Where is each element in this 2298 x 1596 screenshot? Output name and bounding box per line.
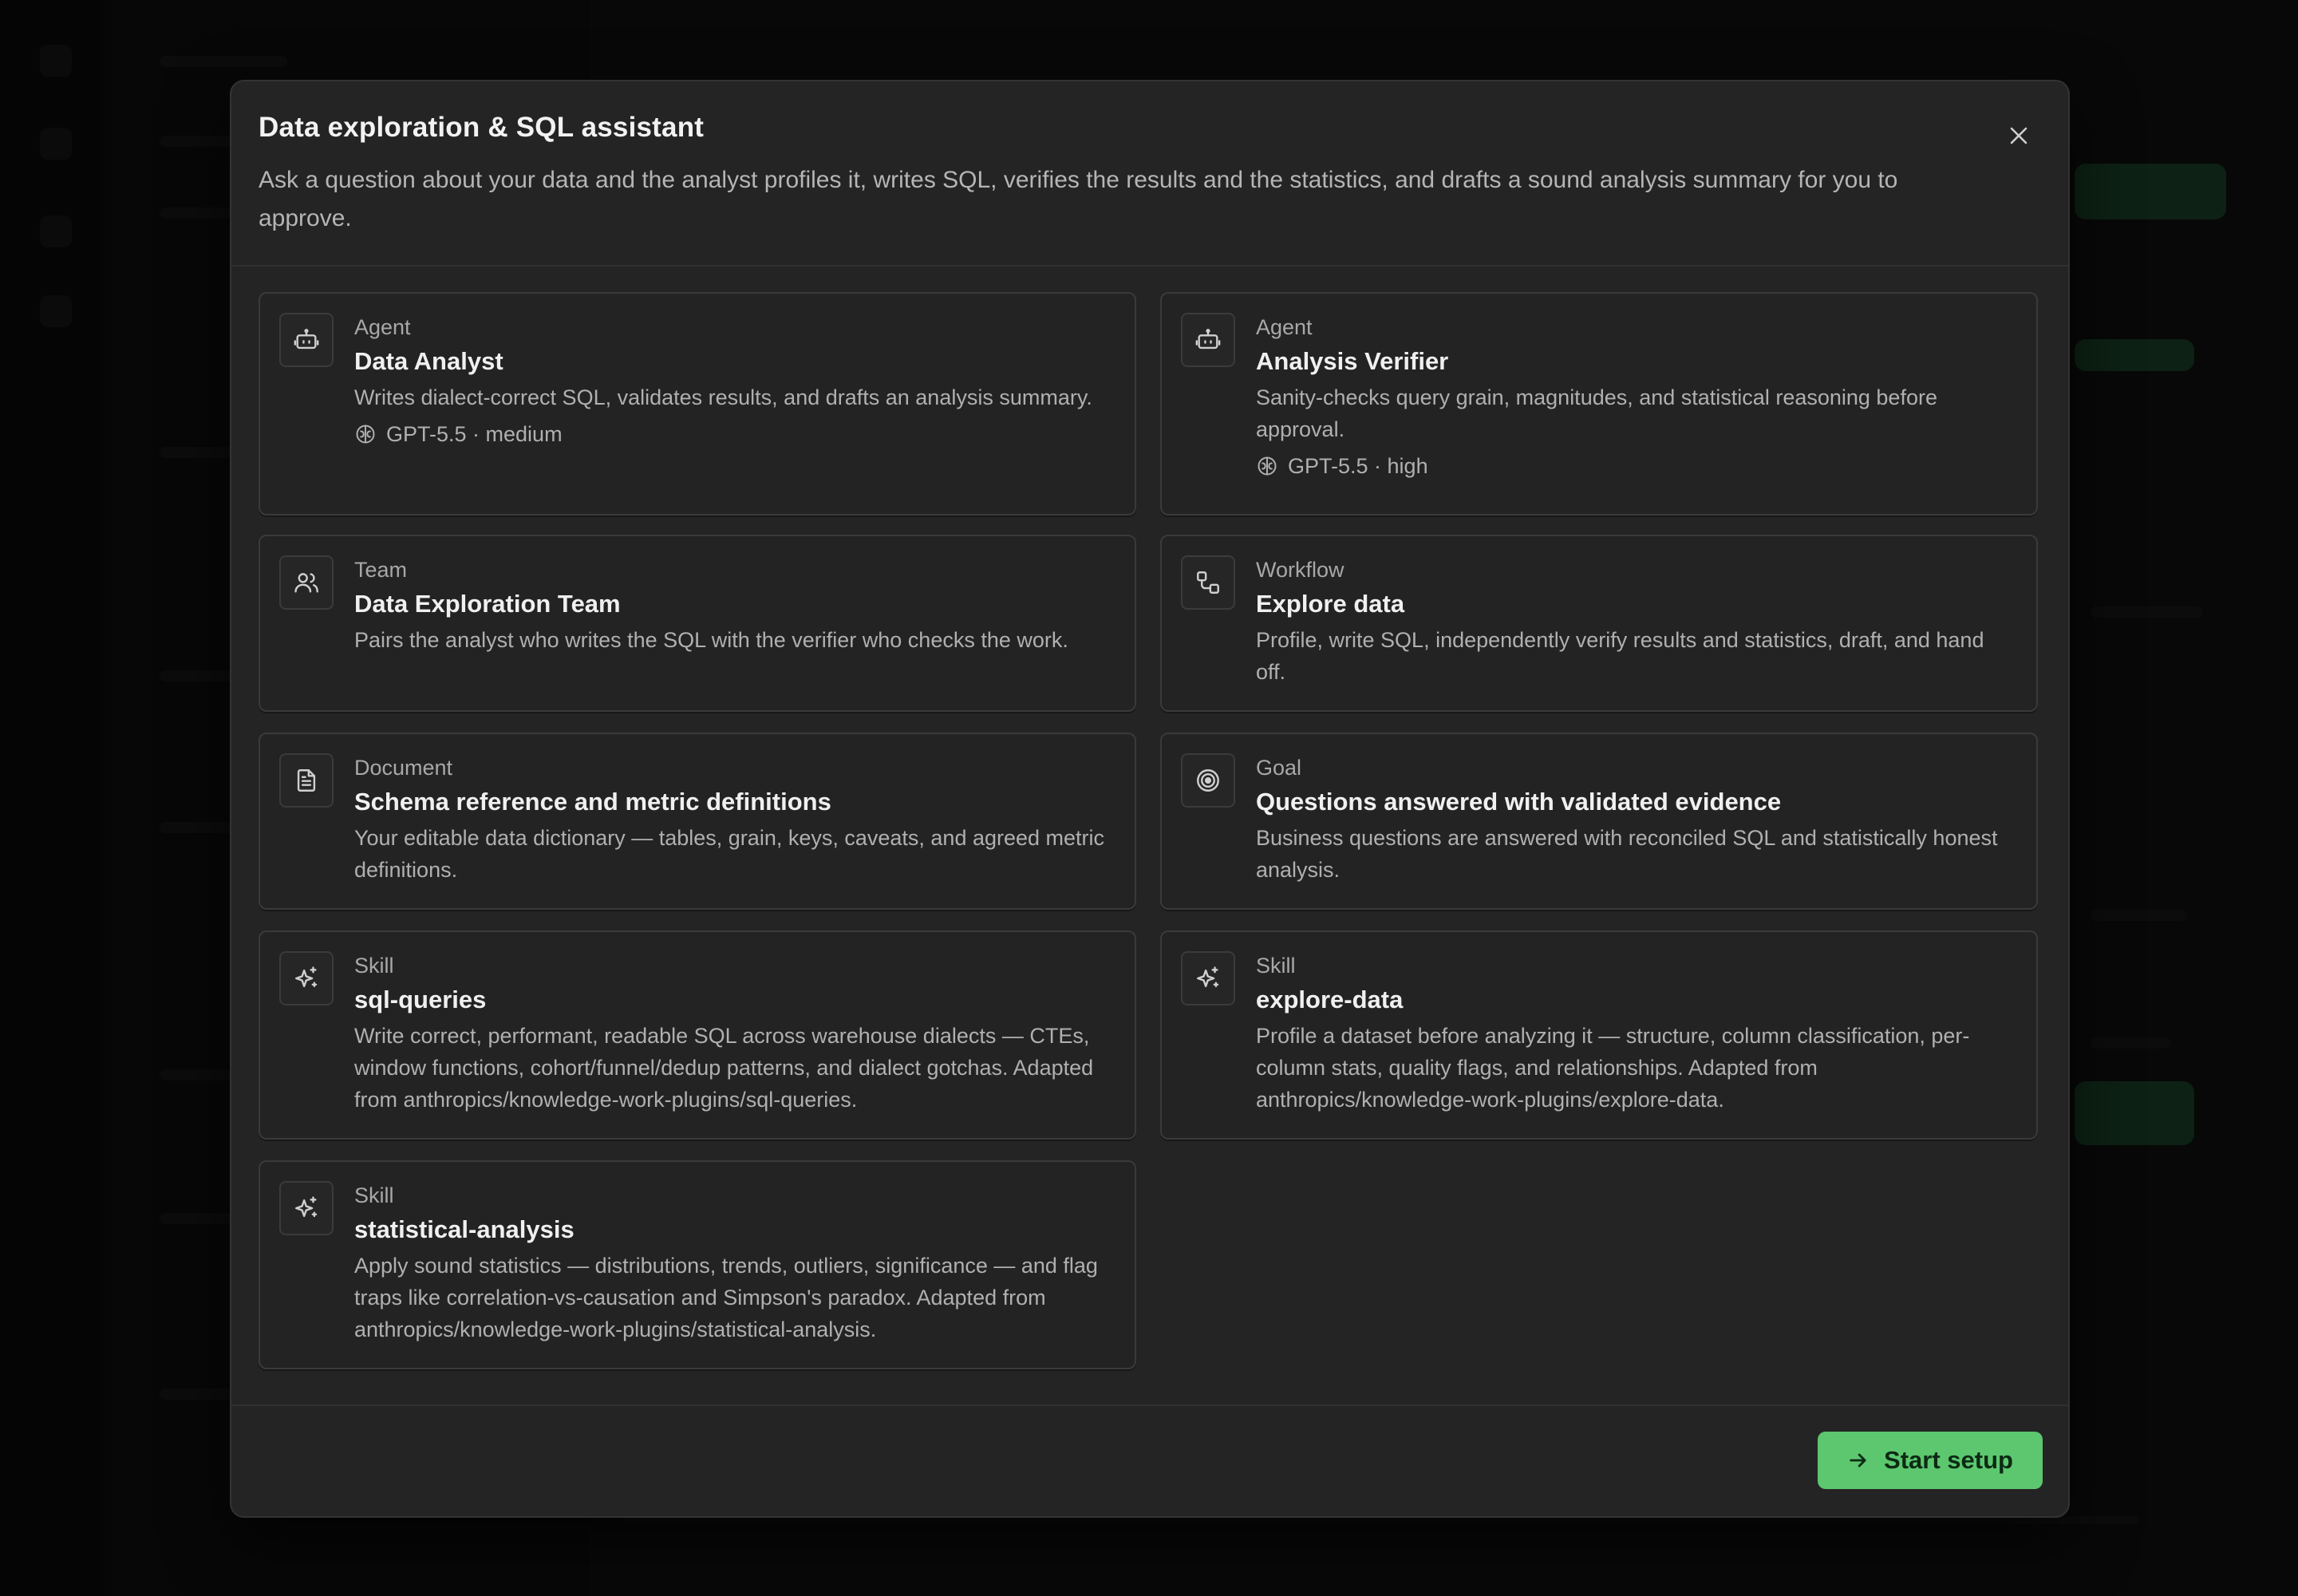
- card-description: Write correct, performant, readable SQL …: [354, 1024, 1094, 1112]
- card-description: Your editable data dictionary — tables, …: [354, 826, 1105, 882]
- card-kind: Agent: [354, 315, 411, 339]
- card-name: Explore data: [1256, 590, 1405, 618]
- model-label: GPT-5.5 · medium: [386, 422, 563, 446]
- document-icon: [279, 753, 334, 808]
- card-document-schema-reference[interactable]: Document Schema reference and metric def…: [259, 733, 1136, 910]
- sparkles-icon: [279, 951, 334, 1005]
- card-description: Apply sound statistics — distributions, …: [354, 1254, 1098, 1341]
- card-name: Analysis Verifier: [1256, 347, 1449, 375]
- card-kind: Skill: [1256, 954, 1296, 978]
- robot-icon: [1181, 313, 1235, 367]
- sparkles-icon: [1181, 951, 1235, 1005]
- card-name: sql-queries: [354, 986, 487, 1013]
- card-kind: Skill: [354, 954, 394, 978]
- dialog-description: Ask a question about your data and the a…: [259, 167, 1898, 231]
- card-kind: Document: [354, 756, 453, 780]
- model-info: GPT-5.5 · medium: [354, 420, 1112, 448]
- close-button[interactable]: [2001, 118, 2036, 153]
- card-agent-data-analyst[interactable]: Agent Data Analyst Writes dialect-correc…: [259, 292, 1136, 516]
- start-setup-button[interactable]: Start setup: [1818, 1432, 2043, 1489]
- card-name: Data Analyst: [354, 347, 503, 375]
- sparkles-icon: [279, 1181, 334, 1235]
- workflow-icon: [1181, 555, 1235, 610]
- robot-icon: [279, 313, 334, 367]
- brain-icon: [1258, 456, 1277, 476]
- card-name: explore-data: [1256, 986, 1404, 1013]
- card-description: Profile, write SQL, independently verify…: [1256, 628, 1984, 684]
- arrow-right-icon: [1850, 1453, 1866, 1468]
- card-description: Business questions are answered with rec…: [1256, 826, 1998, 882]
- card-description: Writes dialect-correct SQL, validates re…: [354, 385, 1092, 409]
- card-name: Data Exploration Team: [354, 590, 621, 618]
- setup-dialog: Data exploration & SQL assistant Ask a q…: [230, 80, 2070, 1518]
- model-label: GPT-5.5 · high: [1288, 454, 1428, 478]
- dialog-title: Data exploration & SQL assistant: [259, 112, 705, 143]
- card-agent-analysis-verifier[interactable]: Agent Analysis Verifier Sanity-checks qu…: [1160, 292, 2038, 516]
- model-info: GPT-5.5 · high: [1256, 452, 2014, 480]
- card-goal-questions-answered[interactable]: Goal Questions answered with validated e…: [1160, 733, 2038, 910]
- card-team-data-exploration[interactable]: Team Data Exploration Team Pairs the ana…: [259, 535, 1136, 712]
- card-kind: Team: [354, 558, 408, 582]
- card-name: Questions answered with validated eviden…: [1256, 788, 1782, 816]
- card-kind: Skill: [354, 1183, 394, 1207]
- target-icon: [1181, 753, 1235, 808]
- card-description: Pairs the analyst who writes the SQL wit…: [354, 628, 1068, 652]
- card-kind: Workflow: [1256, 558, 1344, 582]
- brain-icon: [356, 425, 375, 444]
- card-name: statistical-analysis: [354, 1215, 574, 1243]
- card-skill-sql-queries[interactable]: Skill sql-queries Write correct, perform…: [259, 930, 1136, 1140]
- dialog-footer: Start setup: [231, 1404, 2068, 1516]
- card-description: Profile a dataset before analyzing it — …: [1256, 1024, 1970, 1112]
- card-name: Schema reference and metric definitions: [354, 788, 831, 816]
- card-kind: Goal: [1256, 756, 1302, 780]
- start-setup-label: Start setup: [1884, 1446, 2013, 1474]
- card-description: Sanity-checks query grain, magnitudes, a…: [1256, 385, 1937, 441]
- card-kind: Agent: [1256, 315, 1313, 339]
- card-workflow-explore-data[interactable]: Workflow Explore data Profile, write SQL…: [1160, 535, 2038, 712]
- dialog-header: Data exploration & SQL assistant Ask a q…: [231, 81, 2068, 267]
- users-icon: [279, 555, 334, 610]
- card-skill-statistical-analysis[interactable]: Skill statistical-analysis Apply sound s…: [259, 1160, 1136, 1369]
- card-skill-explore-data[interactable]: Skill explore-data Profile a dataset bef…: [1160, 930, 2038, 1140]
- close-icon: [2010, 127, 2028, 144]
